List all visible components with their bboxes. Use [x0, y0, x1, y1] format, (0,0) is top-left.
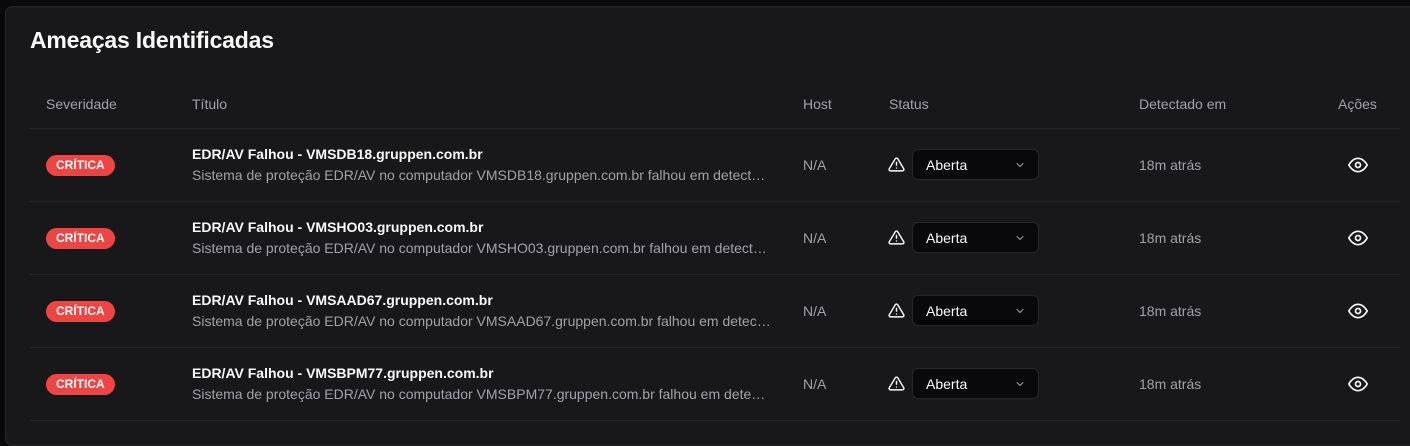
alert-triangle-icon: [888, 230, 905, 245]
status-select-value: Aberta: [926, 376, 968, 392]
severity-badge: CRÍTICA: [46, 155, 115, 176]
header-host: Host: [803, 96, 832, 112]
status-select[interactable]: Aberta: [912, 295, 1039, 326]
detected-time: 18m atrás: [1139, 157, 1202, 173]
host-value: N/A: [803, 376, 827, 392]
header-status: Status: [889, 96, 929, 112]
threats-table: Severidade Título Host Status Detectado …: [30, 85, 1400, 421]
table-row[interactable]: CRÍTICA EDR/AV Falhou - VMSAAD67.gruppen…: [30, 275, 1400, 348]
table-header: Severidade Título Host Status Detectado …: [30, 85, 1400, 129]
threat-title: EDR/AV Falhou - VMSDB18.gruppen.com.br: [192, 146, 483, 162]
alert-triangle-icon: [888, 303, 905, 318]
status-select[interactable]: Aberta: [912, 368, 1039, 399]
threat-description: Sistema de proteção EDR/AV no computador…: [192, 313, 772, 329]
severity-badge: CRÍTICA: [46, 301, 115, 322]
threats-panel: Ameaças Identificadas Severidade Título …: [5, 6, 1410, 446]
header-actions: Ações: [1338, 96, 1377, 112]
severity-badge: CRÍTICA: [46, 374, 115, 395]
detected-time: 18m atrás: [1139, 303, 1202, 319]
chevron-down-icon: [1016, 236, 1024, 240]
eye-icon[interactable]: [1348, 301, 1368, 321]
threat-title: EDR/AV Falhou - VMSBPM77.gruppen.com.br: [192, 365, 494, 381]
status-select-value: Aberta: [926, 157, 968, 173]
header-title: Título: [192, 96, 228, 112]
chevron-down-icon: [1016, 382, 1024, 386]
table-row[interactable]: CRÍTICA EDR/AV Falhou - VMSBPM77.gruppen…: [30, 348, 1400, 421]
host-value: N/A: [803, 230, 827, 246]
threat-description: Sistema de proteção EDR/AV no computador…: [192, 386, 772, 402]
status-select[interactable]: Aberta: [912, 149, 1039, 180]
header-severity: Severidade: [46, 96, 117, 112]
host-value: N/A: [803, 303, 827, 319]
eye-icon[interactable]: [1348, 374, 1368, 394]
severity-badge: CRÍTICA: [46, 228, 115, 249]
status-select-value: Aberta: [926, 230, 968, 246]
host-value: N/A: [803, 157, 827, 173]
eye-icon[interactable]: [1348, 155, 1368, 175]
chevron-down-icon: [1016, 163, 1024, 167]
alert-triangle-icon: [888, 157, 905, 172]
header-detected: Detectado em: [1139, 96, 1227, 112]
detected-time: 18m atrás: [1139, 230, 1202, 246]
detected-time: 18m atrás: [1139, 376, 1202, 392]
threat-title: EDR/AV Falhou - VMSAAD67.gruppen.com.br: [192, 292, 493, 308]
threat-title: EDR/AV Falhou - VMSHO03.gruppen.com.br: [192, 219, 484, 235]
status-select[interactable]: Aberta: [912, 222, 1039, 253]
panel-title: Ameaças Identificadas: [30, 27, 274, 53]
threat-description: Sistema de proteção EDR/AV no computador…: [192, 240, 772, 256]
table-row[interactable]: CRÍTICA EDR/AV Falhou - VMSDB18.gruppen.…: [30, 129, 1400, 202]
eye-icon[interactable]: [1348, 228, 1368, 248]
alert-triangle-icon: [888, 376, 905, 391]
chevron-down-icon: [1016, 309, 1024, 313]
threat-description: Sistema de proteção EDR/AV no computador…: [192, 167, 772, 183]
table-row[interactable]: CRÍTICA EDR/AV Falhou - VMSHO03.gruppen.…: [30, 202, 1400, 275]
status-select-value: Aberta: [926, 303, 968, 319]
